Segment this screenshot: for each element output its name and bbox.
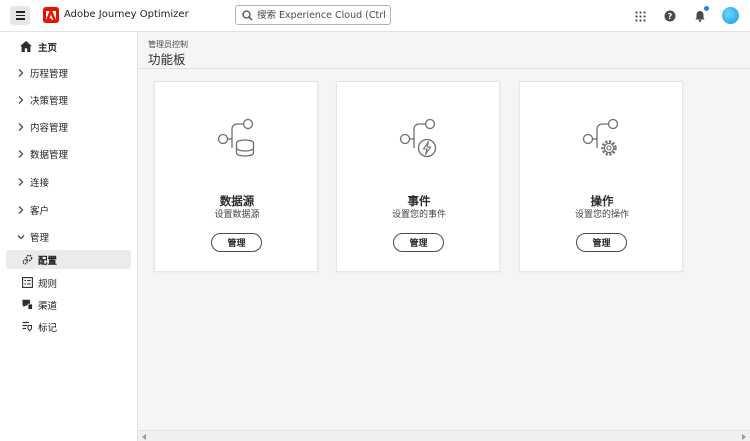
header-divider	[138, 68, 750, 69]
home-icon	[20, 41, 32, 52]
sidebar-item-label: 标记	[38, 322, 58, 334]
sidebar-item-content-management[interactable]: 内容管理	[0, 117, 138, 137]
search-icon	[242, 9, 253, 20]
sidebar-item-label: 主页	[38, 43, 58, 54]
gears-icon	[22, 254, 33, 265]
search-box[interactable]	[235, 5, 391, 25]
avatar[interactable]	[722, 7, 739, 24]
sidebar-item-connections[interactable]: 连接	[0, 172, 138, 192]
menu-icon[interactable]	[10, 6, 30, 25]
card-description: 设置您的操作	[574, 210, 629, 220]
chevron-down-icon	[17, 235, 25, 240]
chevron-right-icon	[18, 96, 24, 104]
svg-text:?: ?	[668, 12, 673, 21]
card-actions: 操作 设置您的操作 管理	[519, 81, 683, 272]
sidebar-item-label: 配置	[38, 255, 58, 267]
sidebar-item-label: 规则	[38, 278, 58, 290]
horizontal-scrollbar[interactable]	[138, 430, 750, 441]
manage-button[interactable]: 管理	[393, 233, 444, 252]
chevron-right-icon	[18, 69, 24, 77]
sidebar-item-label: 决策管理	[30, 96, 69, 107]
sidebar-item-label: 历程管理	[30, 69, 69, 80]
app-title: Adobe Journey Optimizer	[64, 9, 189, 20]
adobe-logo-icon[interactable]	[43, 7, 59, 23]
sidebar-item-label: 数据管理	[30, 150, 69, 161]
tags-icon	[22, 321, 32, 332]
sidebar-item-tags[interactable]: 标记	[6, 317, 131, 336]
sidebar-item-configuration[interactable]: 配置	[6, 250, 131, 269]
notification-badge	[703, 5, 710, 12]
search-input[interactable]	[257, 9, 387, 21]
sidebar-item-administration[interactable]: 管理	[0, 227, 138, 247]
sidebar-item-data-management[interactable]: 数据管理	[0, 144, 138, 164]
sidebar-item-label: 客户	[30, 206, 50, 217]
channels-icon	[22, 299, 33, 310]
chevron-right-icon	[18, 178, 24, 186]
event-icon	[399, 118, 437, 158]
sidebar-item-customers[interactable]: 客户	[0, 200, 138, 220]
page-title: 功能板	[148, 52, 186, 67]
sidebar-item-label: 管理	[30, 233, 50, 244]
manage-button[interactable]: 管理	[576, 233, 627, 252]
notifications-icon[interactable]	[692, 5, 710, 24]
scroll-left-icon[interactable]	[142, 434, 146, 440]
sidebar-item-rules[interactable]: 规则	[6, 273, 131, 292]
action-icon	[582, 118, 619, 156]
chevron-right-icon	[18, 123, 24, 131]
sidebar-item-label: 内容管理	[30, 123, 69, 134]
top-header: Adobe Journey Optimizer ?	[0, 0, 750, 32]
sidebar-item-label: 渠道	[38, 300, 58, 312]
card-events: 事件 设置您的事件 管理	[336, 81, 500, 272]
apps-grid-icon[interactable]	[632, 8, 648, 24]
manage-button[interactable]: 管理	[211, 233, 262, 252]
datasource-icon	[217, 118, 255, 157]
chevron-right-icon	[18, 150, 24, 158]
sidebar: 主页 历程管理 决策管理 内容管理 数据管理 连接 客户 管理 配置 规则 渠道	[0, 32, 138, 441]
card-description: 设置数据源	[214, 210, 260, 220]
rules-icon	[22, 277, 33, 288]
sidebar-item-label: 连接	[30, 178, 50, 189]
sidebar-item-decision-management[interactable]: 决策管理	[0, 90, 138, 110]
sidebar-item-home[interactable]: 主页	[0, 37, 138, 57]
chevron-right-icon	[18, 206, 24, 214]
sidebar-item-channels[interactable]: 渠道	[6, 295, 131, 314]
sidebar-item-journey-management[interactable]: 历程管理	[0, 63, 138, 83]
card-data-sources: 数据源 设置数据源 管理	[154, 81, 318, 272]
help-icon[interactable]: ?	[662, 8, 678, 24]
scroll-right-icon[interactable]	[742, 434, 746, 440]
card-description: 设置您的事件	[391, 210, 446, 220]
